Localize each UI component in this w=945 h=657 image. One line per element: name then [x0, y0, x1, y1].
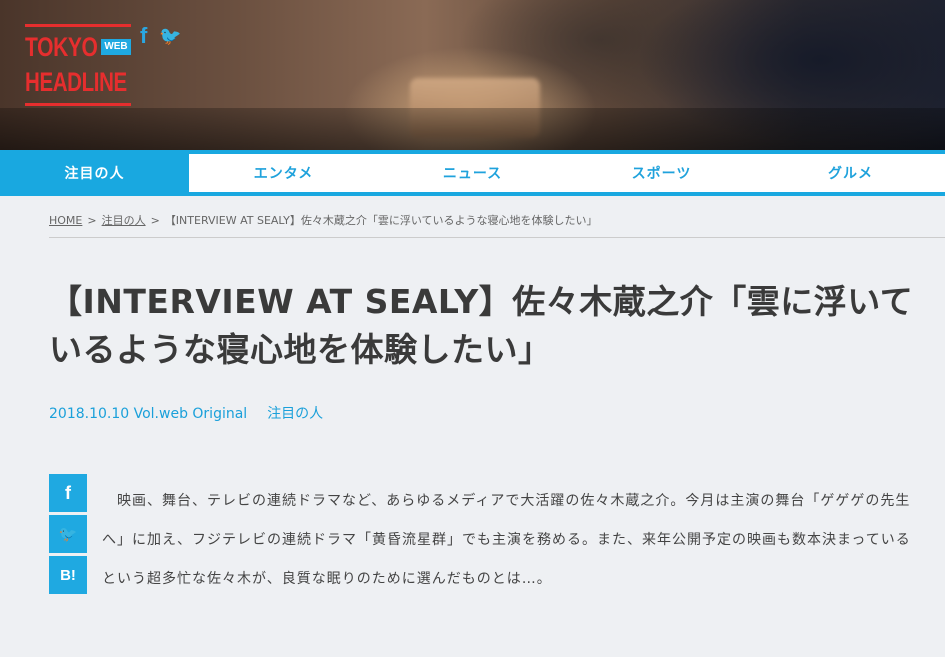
article-date-source: 2018.10.10 Vol.web Original — [49, 406, 248, 422]
hatena-bookmark-button[interactable]: B! — [49, 556, 87, 594]
article-meta: 2018.10.10 Vol.web Original 注目の人 — [49, 403, 323, 423]
twitter-share-button[interactable]: 🐦 — [49, 515, 87, 553]
nav-item-news[interactable]: ニュース — [378, 154, 567, 192]
logo-line1: TOKYO — [25, 32, 98, 62]
breadcrumb-current: 【INTERVIEW AT SEALY】佐々木蔵之介「雲に浮いているような寝心地… — [164, 214, 598, 227]
logo-badge: WEB — [101, 39, 131, 55]
shelf-shadow — [0, 108, 945, 150]
breadcrumb-home[interactable]: HOME — [49, 214, 82, 227]
nav-item-gourmet[interactable]: グルメ — [756, 154, 945, 192]
article-category-link[interactable]: 注目の人 — [267, 406, 323, 422]
breadcrumb-separator: > — [87, 214, 97, 227]
main-nav: 注目の人 エンタメ ニュース スポーツ グルメ — [0, 150, 945, 196]
article-lead: 映画、舞台、テレビの連続ドラマなど、あらゆるメディアで大活躍の佐々木蔵之介。今月… — [102, 493, 911, 587]
nav-item-featured[interactable]: 注目の人 — [0, 154, 189, 192]
nav-item-sports[interactable]: スポーツ — [567, 154, 756, 192]
breadcrumb: HOME > 注目の人 > 【INTERVIEW AT SEALY】佐々木蔵之介「雲に浮… — [49, 212, 945, 238]
article-title: 【INTERVIEW AT SEALY】佐々木蔵之介「雲に浮いているような寝心地… — [49, 282, 914, 369]
logo-line2: HEADLINE — [25, 67, 127, 97]
twitter-icon[interactable]: 🐦 — [159, 24, 181, 48]
nav-item-entertainment[interactable]: エンタメ — [189, 154, 378, 192]
site-logo[interactable]: TOKYO WEB HEADLINE — [25, 24, 131, 106]
header-social-links: f 🐦 — [140, 24, 182, 48]
facebook-icon[interactable]: f — [140, 24, 147, 48]
breadcrumb-category[interactable]: 注目の人 — [102, 214, 146, 227]
facebook-share-button[interactable]: f — [49, 474, 87, 512]
share-buttons: f 🐦 B! — [49, 474, 87, 597]
breadcrumb-separator: > — [150, 214, 160, 227]
